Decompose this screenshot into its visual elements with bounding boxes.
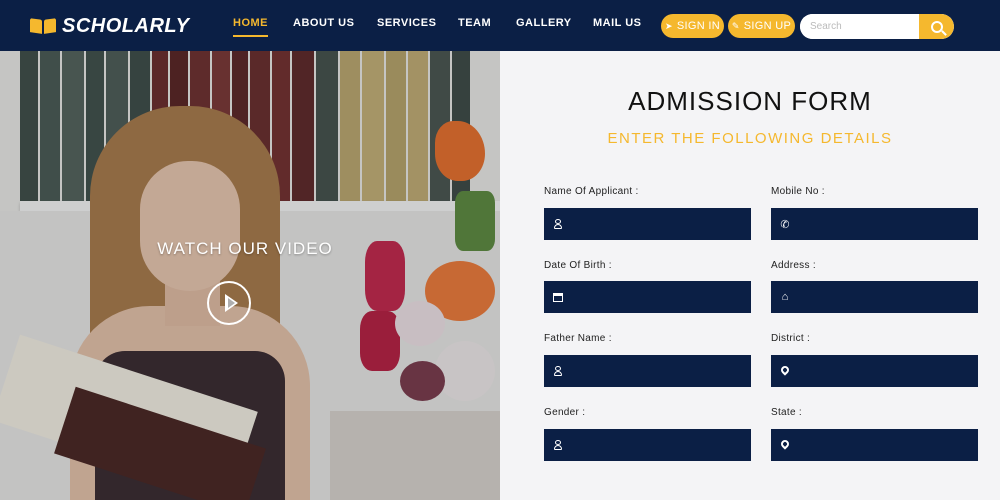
hero-video-panel: WATCH OUR VIDEO [0,51,500,500]
father-name-field[interactable] [544,355,751,387]
sign-in-button[interactable]: ➤ SIGN IN [661,14,724,38]
edit-icon: ✎ [731,20,740,31]
father-name-label: Father Name : [544,333,612,344]
address-input[interactable] [799,281,978,313]
applicant-name-label: Name Of Applicant : [544,186,639,197]
sign-up-button[interactable]: ✎ SIGN UP [728,14,795,38]
address-field[interactable]: ⌂ [771,281,978,313]
hero-overlay [0,51,500,500]
gender-field[interactable] [544,429,751,461]
search-input[interactable] [800,14,920,39]
date-of-birth-input[interactable] [572,281,751,313]
admission-form: ADMISSION FORM ENTER THE FOLLOWING DETAI… [500,51,1000,500]
sign-in-label: SIGN IN [676,20,720,32]
applicant-name-field[interactable] [544,208,751,240]
district-label: District : [771,333,811,344]
gender-input[interactable] [572,429,751,461]
user-icon [544,440,572,450]
applicant-name-input[interactable] [572,208,751,240]
date-of-birth-label: Date Of Birth : [544,260,612,271]
nav-item-team[interactable]: TEAM [458,17,491,29]
brand-name: SCHOLARLY [62,14,190,37]
gender-label: Gender : [544,407,586,418]
nav-item-home[interactable]: HOME [233,17,268,37]
state-input[interactable] [799,429,978,461]
district-input[interactable] [799,355,978,387]
book-icon [30,17,56,35]
nav-item-about-us[interactable]: ABOUT US [293,17,354,29]
nav-item-services[interactable]: SERVICES [377,17,436,29]
search-box [800,14,954,39]
user-icon [544,366,572,376]
state-label: State : [771,407,803,418]
form-subtitle: ENTER THE FOLLOWING DETAILS [607,130,893,147]
search-button[interactable] [919,14,954,39]
sign-in-icon: ➤ [665,20,673,31]
father-name-input[interactable] [572,355,751,387]
nav-item-mail-us[interactable]: MAIL US [593,17,642,29]
mobile-no-field[interactable]: ✆ [771,208,978,240]
state-field[interactable] [771,429,978,461]
home-icon: ⌂ [781,291,789,303]
form-title: ADMISSION FORM [628,86,872,116]
calendar-icon [544,292,572,302]
sign-up-label: SIGN UP [743,20,792,32]
mobile-no-label: Mobile No : [771,186,825,197]
play-icon[interactable] [207,281,251,325]
user-icon [544,219,572,229]
district-field[interactable] [771,355,978,387]
top-navbar: SCHOLARLY HOME ABOUT US SERVICES TEAM GA… [0,0,1000,51]
date-of-birth-field[interactable] [544,281,751,313]
watch-video-label: WATCH OUR VIDEO [157,239,333,258]
nav-item-gallery[interactable]: GALLERY [516,17,572,29]
search-icon [930,20,943,33]
brand-logo[interactable]: SCHOLARLY [30,11,189,41]
map-marker-icon [771,364,799,376]
mobile-no-input[interactable] [799,208,978,240]
address-label: Address : [771,260,816,271]
map-marker-icon [771,438,799,450]
phone-icon: ✆ [780,218,790,231]
